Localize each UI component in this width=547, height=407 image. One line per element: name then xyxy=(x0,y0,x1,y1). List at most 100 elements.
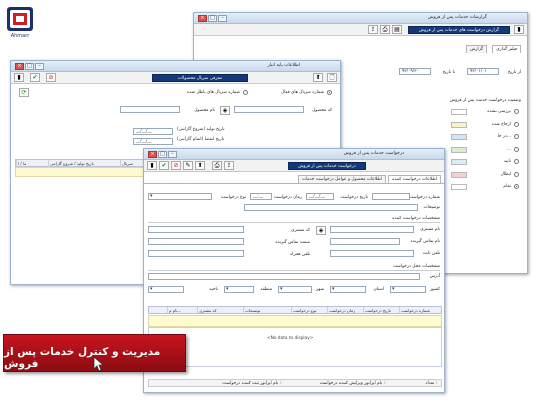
tab-requester[interactable]: اطلاعات درخواست کننده xyxy=(388,175,441,183)
confirm-icon[interactable]: ✔ xyxy=(30,73,40,82)
product-name-field[interactable] xyxy=(120,106,180,113)
minimize-button[interactable]: – xyxy=(218,15,227,22)
city-select[interactable] xyxy=(278,286,312,293)
tab-product[interactable]: اطلاعات محصول و عوامل درخواست خدمات xyxy=(297,175,386,183)
status-color-swatch xyxy=(451,159,467,165)
edit-icon[interactable]: ✎ xyxy=(183,161,193,170)
city-label: شهر xyxy=(316,287,324,292)
no-data-text: <No data to display> xyxy=(267,336,314,341)
new-icon[interactable]: 🗋 xyxy=(327,73,337,82)
requester-section-label: مشخصات درخواست کننده xyxy=(392,216,440,221)
svg-text:Ahmarr: Ahmarr xyxy=(11,33,30,39)
grid-col-expiry[interactable]: تاریخ انقضا / ا... xyxy=(16,160,26,167)
minimize-button[interactable]: – xyxy=(168,151,177,158)
grid-col-production[interactable]: تاریخ تولید / شروع گارانتی xyxy=(48,160,120,167)
close-button[interactable]: × xyxy=(198,15,207,22)
grid-col-description[interactable]: توضیحات xyxy=(243,307,291,314)
status-radio[interactable] xyxy=(514,134,519,139)
exit-icon[interactable]: ▮ xyxy=(514,25,524,34)
close-button[interactable]: × xyxy=(148,151,157,158)
print-icon[interactable]: ⎙ xyxy=(380,25,390,34)
banner-text: مدیریت و کنترل خدمات پس از فروش xyxy=(4,346,161,370)
req-number-label: شماره درخواست xyxy=(409,195,440,200)
lookup-icon[interactable]: ◈ xyxy=(220,106,230,115)
mobile-field[interactable] xyxy=(148,250,244,257)
to-date-field[interactable]: ۹۳/۰۹/۳۰ xyxy=(399,68,431,75)
lookup-icon[interactable]: ◈ xyxy=(316,226,326,235)
district-select[interactable] xyxy=(148,286,184,293)
district-label: ناحیه xyxy=(209,287,218,292)
status-radio[interactable] xyxy=(514,109,519,114)
status-radio[interactable] xyxy=(514,159,519,164)
print-icon[interactable]: ⎙ xyxy=(212,161,222,170)
toolbar-title: درخواست خدمات پس از فروش xyxy=(288,162,366,170)
radio-active-label: شماره سریال های فعال xyxy=(281,90,324,95)
grid-col-customer-code[interactable]: کد مشتری xyxy=(197,307,243,314)
maximize-button[interactable]: □ xyxy=(208,15,217,22)
request-grid-body: <No data to display> xyxy=(148,327,442,367)
address-field[interactable] xyxy=(148,273,420,280)
country-select[interactable] xyxy=(390,286,426,293)
status-label: تایید xyxy=(503,159,511,164)
product-code-label: کد محصول xyxy=(312,108,332,113)
province-select[interactable] xyxy=(330,286,366,293)
customer-name-label: نام مشتری xyxy=(420,227,440,232)
maximize-button[interactable]: □ xyxy=(25,63,34,70)
grid-col-req-time[interactable]: زمان درخواست xyxy=(327,307,363,314)
exit-icon[interactable]: ▮ xyxy=(14,73,24,82)
status-radio[interactable] xyxy=(514,171,519,177)
end-date-field[interactable]: __/__/__ xyxy=(133,138,173,145)
status-radio[interactable] xyxy=(514,184,519,189)
status-label: تمام xyxy=(503,184,511,189)
contact-name-field[interactable] xyxy=(330,238,400,245)
request-grid-header: شماره درخواست تاریخ درخواست زمان درخواست… xyxy=(148,306,442,314)
status-label: ارجاع شده xyxy=(491,121,511,127)
exit-icon[interactable]: ▮ xyxy=(147,161,157,170)
radio-active-serials[interactable] xyxy=(327,90,332,95)
confirm-icon[interactable]: ✔ xyxy=(159,161,169,170)
export-icon[interactable]: ⇪ xyxy=(368,25,378,34)
product-code-field[interactable] xyxy=(234,106,304,113)
cancel-icon[interactable]: ⊘ xyxy=(46,73,56,82)
minimize-button[interactable]: – xyxy=(35,63,44,70)
grid-new-row[interactable] xyxy=(148,315,442,327)
req-type-select[interactable] xyxy=(148,193,212,200)
phone-field[interactable] xyxy=(330,250,414,257)
cancel-icon[interactable]: ⊘ xyxy=(171,161,181,170)
radio-void-label: شماره سریال های باطل شده xyxy=(186,90,240,95)
tab-report[interactable]: گزارش xyxy=(466,45,487,53)
delete-icon[interactable]: ⬆ xyxy=(195,161,205,170)
status-bar: تعداد : نام اپراتور ویرایش کننده درخواست… xyxy=(148,379,442,387)
refresh-icon[interactable]: ⟳ xyxy=(19,88,29,97)
tab-filter[interactable]: فیلتر گذاری xyxy=(492,45,521,53)
report-icon[interactable]: ▤ xyxy=(392,25,402,34)
req-number-field[interactable] xyxy=(372,193,410,200)
req-time-field[interactable]: __:__ xyxy=(250,193,272,200)
from-date-field[interactable]: ۹۳/۰۱/۰۱ xyxy=(467,68,499,75)
grid-col-req-type[interactable]: نوع درخواست xyxy=(291,307,327,314)
status-radio[interactable] xyxy=(514,146,519,152)
grid-col-req-date[interactable]: تاریخ درخواست xyxy=(363,307,399,314)
maximize-button[interactable]: □ xyxy=(158,151,167,158)
customer-code-field[interactable] xyxy=(148,226,244,233)
export-icon[interactable]: ⇪ xyxy=(224,161,234,170)
radio-void-serials[interactable] xyxy=(243,90,248,95)
status-label: ابطال xyxy=(500,171,511,177)
prod-date-field[interactable]: __/__/__ xyxy=(133,128,173,135)
contact-post-field[interactable] xyxy=(148,238,244,245)
delete-icon[interactable]: ⬆ xyxy=(313,73,323,82)
cursor-icon xyxy=(93,356,105,372)
footer-editor-label: نام اپراتور ویرایش کننده درخواست : xyxy=(319,381,385,386)
customer-name-field[interactable] xyxy=(330,226,414,233)
close-button[interactable]: × xyxy=(15,63,24,70)
desc-field[interactable] xyxy=(244,204,418,211)
reports-titlebar: × □ – گزارشات خدمات پس از فروش xyxy=(194,13,527,24)
req-date-field[interactable]: __/__/__ xyxy=(306,193,334,200)
grid-col-req-number[interactable]: شماره درخواست xyxy=(399,307,441,314)
base-toolbar: ▮ ✔ ⊘ معرفی سریال محصولات ⬆ 🗋 xyxy=(11,72,340,84)
status-radio[interactable] xyxy=(514,121,519,127)
region-select[interactable] xyxy=(224,286,254,293)
footer-creator-label: نام اپراتور ثبت کننده درخواست : xyxy=(222,381,281,386)
window-title: اطلاعات پایه انبار xyxy=(267,63,300,68)
grid-col-customer-name[interactable]: نام م... xyxy=(167,307,197,314)
